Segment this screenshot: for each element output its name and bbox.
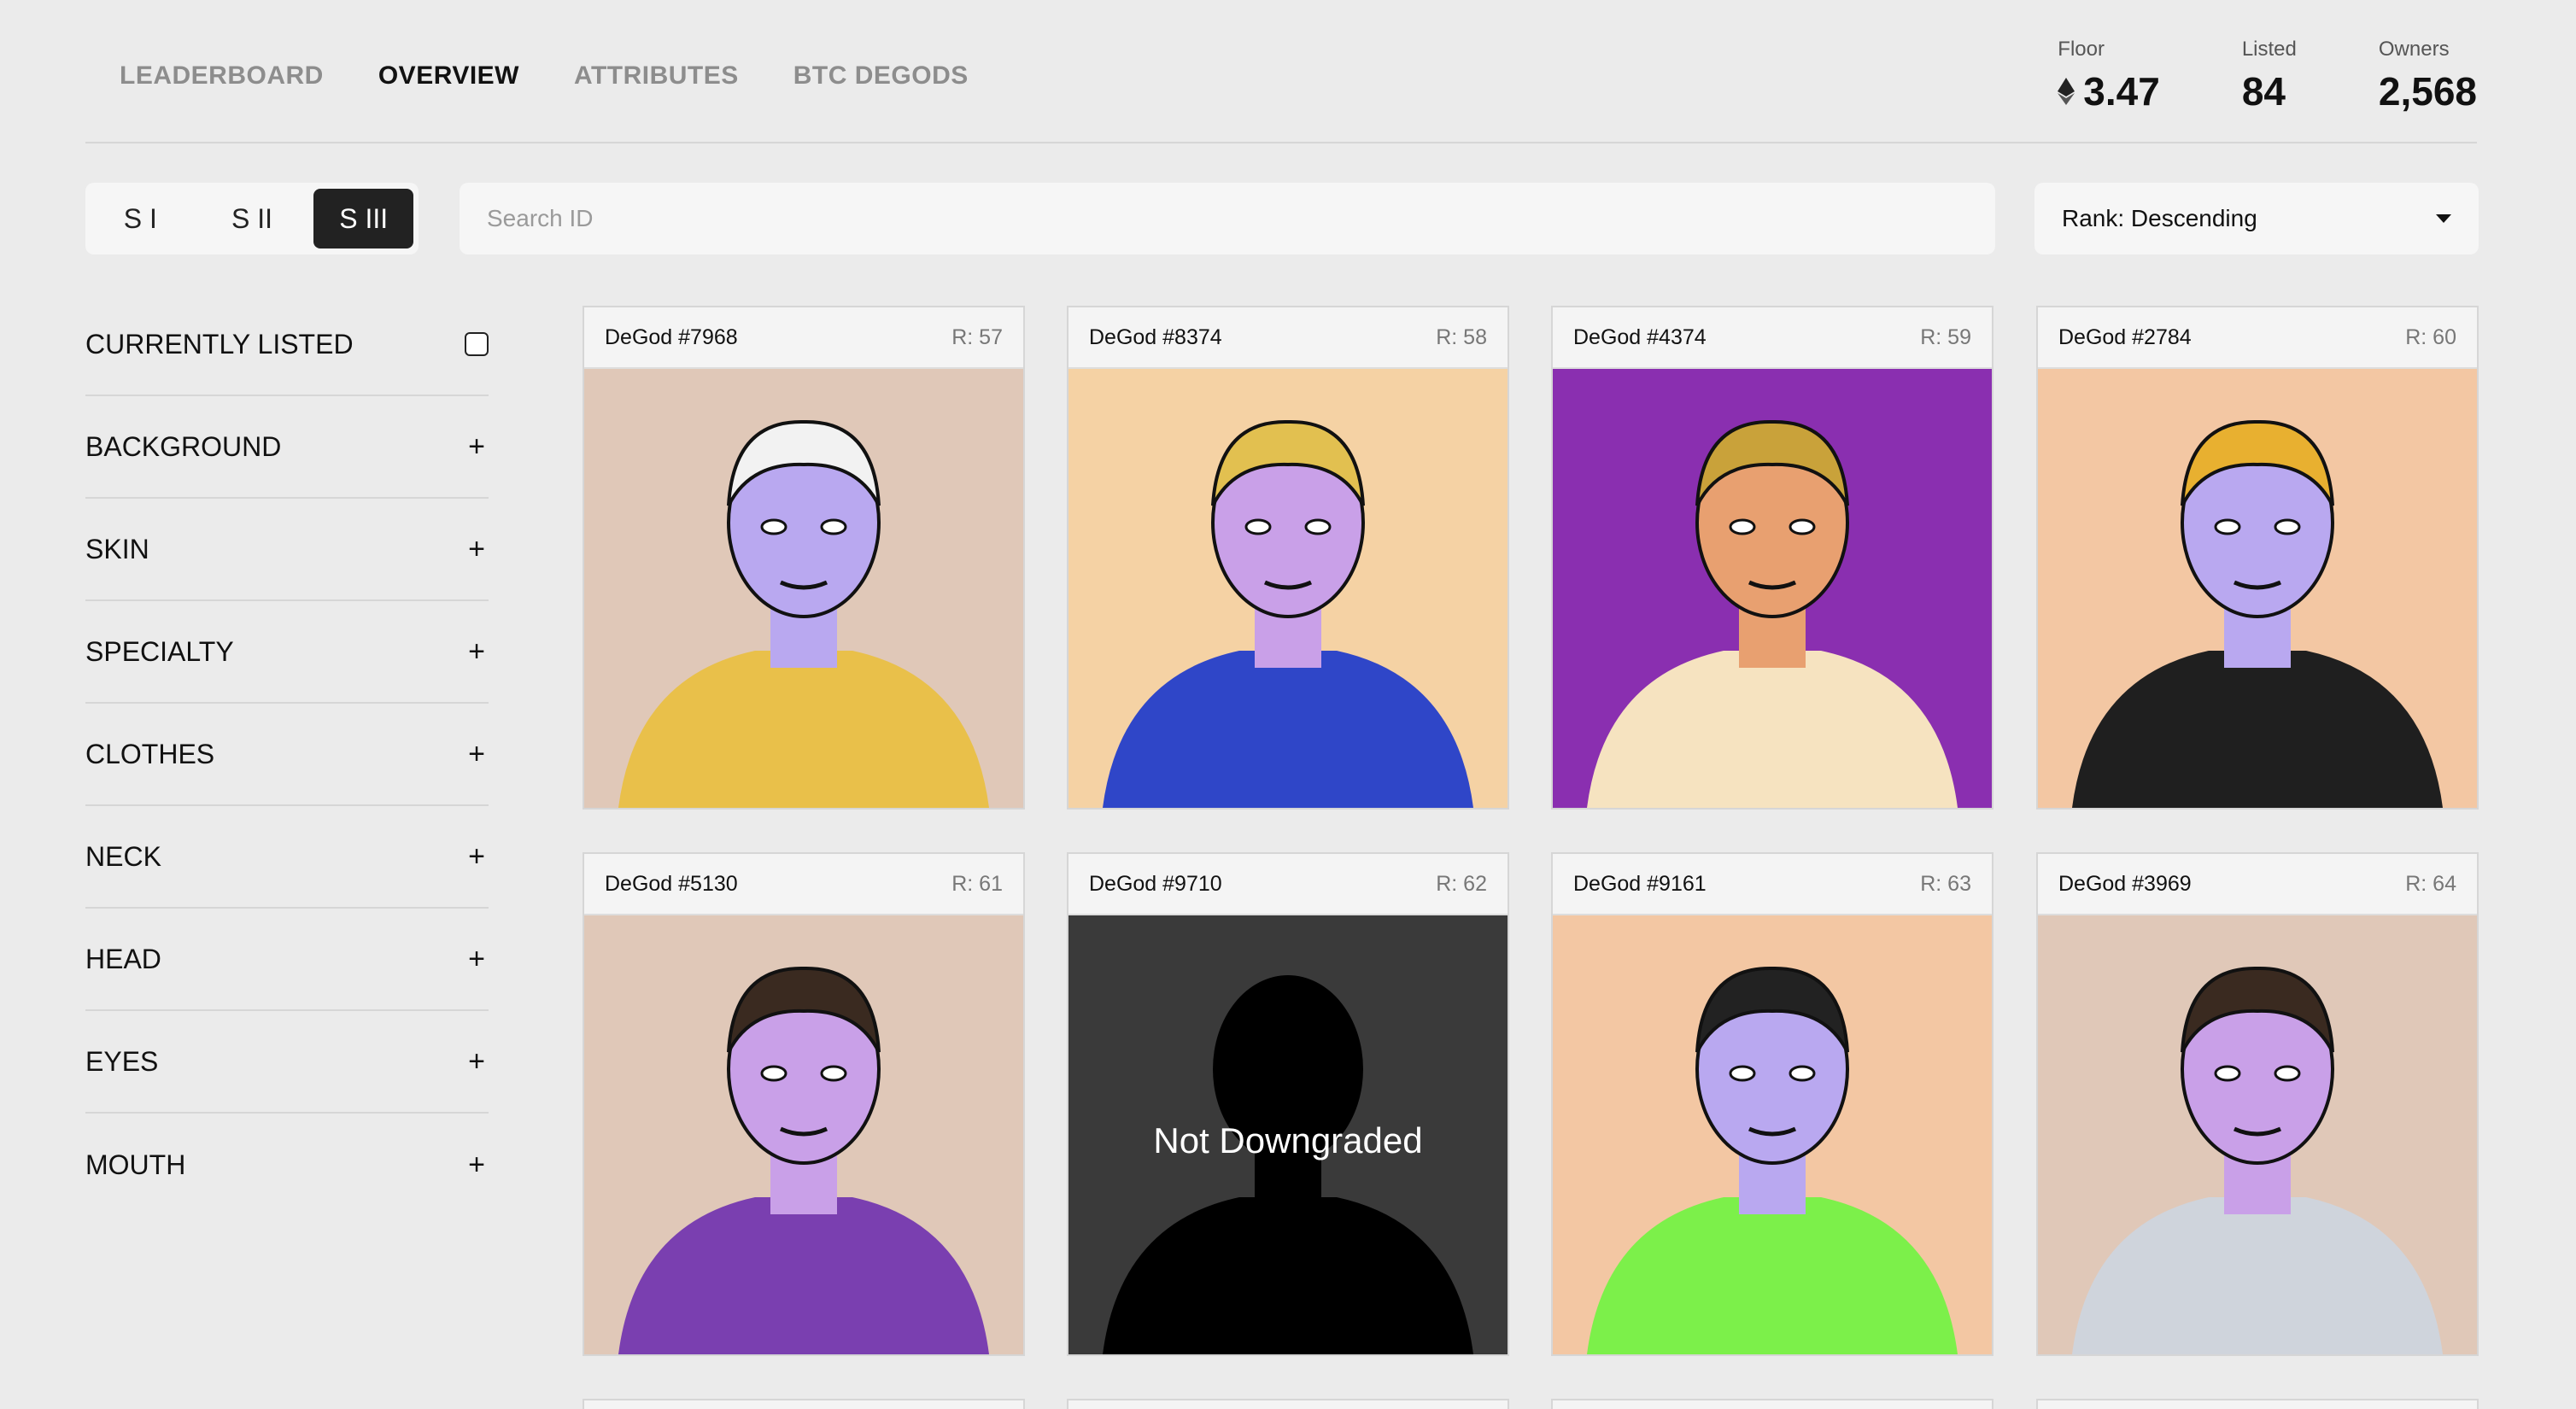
filter-label: HEAD: [85, 943, 161, 974]
top-navigation: LEADERBOARD OVERVIEW ATTRIBUTES BTC DEGO…: [85, 0, 2477, 143]
caret-down-icon: [2436, 214, 2451, 223]
filter-clothes[interactable]: CLOTHES +: [85, 704, 489, 806]
nft-card-header: DeGod #9710 R: 62: [1068, 854, 1508, 915]
filter-neck[interactable]: NECK +: [85, 806, 489, 909]
nft-name: DeGod #5130: [605, 871, 738, 896]
tab-leaderboard[interactable]: LEADERBOARD: [120, 61, 324, 91]
search-input[interactable]: [460, 183, 1995, 254]
season-3-button[interactable]: S III: [313, 189, 414, 248]
nft-card-partial[interactable]: [1067, 1399, 1509, 1409]
nft-rank: R: 63: [1920, 871, 1971, 896]
stat-listed-value: 84: [2241, 69, 2286, 114]
filter-label: CURRENTLY LISTED: [85, 328, 354, 360]
nft-card-header: DeGod #2784 R: 60: [2038, 307, 2477, 369]
filter-label: CLOTHES: [85, 738, 215, 769]
nft-rank: R: 58: [1436, 324, 1487, 349]
plus-icon[interactable]: +: [465, 738, 489, 771]
season-2-button[interactable]: S II: [202, 189, 302, 248]
nft-card-header: DeGod #5130 R: 61: [584, 854, 1023, 915]
plus-icon[interactable]: +: [465, 430, 489, 464]
filter-head[interactable]: HEAD +: [85, 909, 489, 1011]
stat-floor-label: Floor: [2058, 38, 2105, 61]
nft-card-header: DeGod #4374 R: 59: [1553, 307, 1992, 369]
nft-card[interactable]: DeGod #4374 R: 59: [1551, 306, 1993, 810]
collection-stats: Floor 3.47 Listed 84 Owners 2,568: [2058, 38, 2477, 114]
nft-card[interactable]: DeGod #3969 R: 64: [2036, 852, 2479, 1356]
nft-image: [584, 915, 1023, 1354]
nft-card[interactable]: DeGod #9161 R: 63: [1551, 852, 1993, 1356]
filter-label: NECK: [85, 840, 161, 872]
nav-tabs: LEADERBOARD OVERVIEW ATTRIBUTES BTC DEGO…: [120, 61, 969, 91]
nft-card[interactable]: DeGod #9710 R: 62 Not Downgraded: [1067, 852, 1509, 1356]
nft-card[interactable]: DeGod #2784 R: 60: [2036, 306, 2479, 810]
filter-label: BACKGROUND: [85, 430, 282, 462]
nft-card-header: DeGod #8374 R: 58: [1068, 307, 1508, 369]
nft-rank: R: 61: [951, 871, 1003, 896]
currently-listed-checkbox[interactable]: [465, 332, 489, 356]
tab-btc-degods[interactable]: BTC DEGODS: [793, 61, 969, 91]
plus-icon[interactable]: +: [465, 1045, 489, 1079]
nft-card[interactable]: DeGod #5130 R: 61: [583, 852, 1025, 1356]
filter-label: MOUTH: [85, 1149, 186, 1180]
ethereum-icon: [2058, 78, 2075, 105]
plus-icon[interactable]: +: [465, 840, 489, 874]
nft-rank: R: 60: [2405, 324, 2456, 349]
nft-card-partial[interactable]: [1551, 1399, 1993, 1409]
filter-eyes[interactable]: EYES +: [85, 1011, 489, 1114]
filter-label: EYES: [85, 1045, 159, 1077]
nft-rank: R: 62: [1436, 871, 1487, 896]
nft-name: DeGod #3969: [2058, 871, 2192, 896]
stat-floor-value: 3.47: [2083, 69, 2160, 114]
filter-background[interactable]: BACKGROUND +: [85, 396, 489, 499]
sort-dropdown[interactable]: Rank: Descending: [2034, 183, 2479, 254]
stat-owners-value: 2,568: [2378, 69, 2477, 114]
stat-floor: Floor 3.47: [2058, 38, 2160, 114]
nft-rank: R: 57: [951, 324, 1003, 349]
stat-owners: Owners 2,568: [2379, 38, 2477, 114]
plus-icon[interactable]: +: [465, 533, 489, 566]
nft-name: DeGod #8374: [1089, 324, 1222, 349]
stat-owners-label: Owners: [2378, 38, 2450, 61]
filter-label: SPECIALTY: [85, 635, 234, 667]
filter-mouth[interactable]: MOUTH +: [85, 1114, 489, 1216]
nft-image: [584, 369, 1023, 808]
stat-listed: Listed 84: [2242, 38, 2297, 114]
nft-card[interactable]: DeGod #8374 R: 58: [1067, 306, 1509, 810]
nft-image: [2038, 915, 2477, 1354]
tab-overview[interactable]: OVERVIEW: [378, 61, 519, 91]
tab-attributes[interactable]: ATTRIBUTES: [574, 61, 739, 91]
plus-icon[interactable]: +: [465, 1149, 489, 1182]
nft-image: [1068, 369, 1508, 808]
nft-image: [2038, 369, 2477, 808]
nft-card-partial[interactable]: [2036, 1399, 2479, 1409]
nft-image: Not Downgraded: [1068, 915, 1508, 1354]
nft-image: [1553, 915, 1992, 1354]
filter-currently-listed[interactable]: CURRENTLY LISTED: [85, 294, 489, 396]
nft-name: DeGod #4374: [1573, 324, 1707, 349]
nft-rank: R: 64: [2405, 871, 2456, 896]
plus-icon[interactable]: +: [465, 635, 489, 669]
plus-icon[interactable]: +: [465, 943, 489, 976]
season-1-button[interactable]: S I: [91, 189, 190, 248]
nft-image: [1553, 369, 1992, 808]
nft-card-header: DeGod #3969 R: 64: [2038, 854, 2477, 915]
season-selector: S I S II S III: [85, 183, 419, 254]
nft-card[interactable]: DeGod #7968 R: 57: [583, 306, 1025, 810]
nft-name: DeGod #2784: [2058, 324, 2192, 349]
nft-card-header: DeGod #9161 R: 63: [1553, 854, 1992, 915]
filter-skin[interactable]: SKIN +: [85, 499, 489, 601]
nft-card-partial[interactable]: [583, 1399, 1025, 1409]
nft-name: DeGod #7968: [605, 324, 738, 349]
not-downgraded-label: Not Downgraded: [1153, 1120, 1423, 1161]
nft-name: DeGod #9161: [1573, 871, 1707, 896]
nft-name: DeGod #9710: [1089, 871, 1222, 896]
filter-sidebar: CURRENTLY LISTED BACKGROUND + SKIN + SPE…: [85, 294, 489, 1216]
nft-rank: R: 59: [1920, 324, 1971, 349]
stat-listed-label: Listed: [2241, 38, 2297, 61]
filter-specialty[interactable]: SPECIALTY +: [85, 601, 489, 704]
nft-card-header: DeGod #7968 R: 57: [584, 307, 1023, 369]
filter-label: SKIN: [85, 533, 149, 564]
sort-selected-value: Rank: Descending: [2062, 205, 2257, 231]
